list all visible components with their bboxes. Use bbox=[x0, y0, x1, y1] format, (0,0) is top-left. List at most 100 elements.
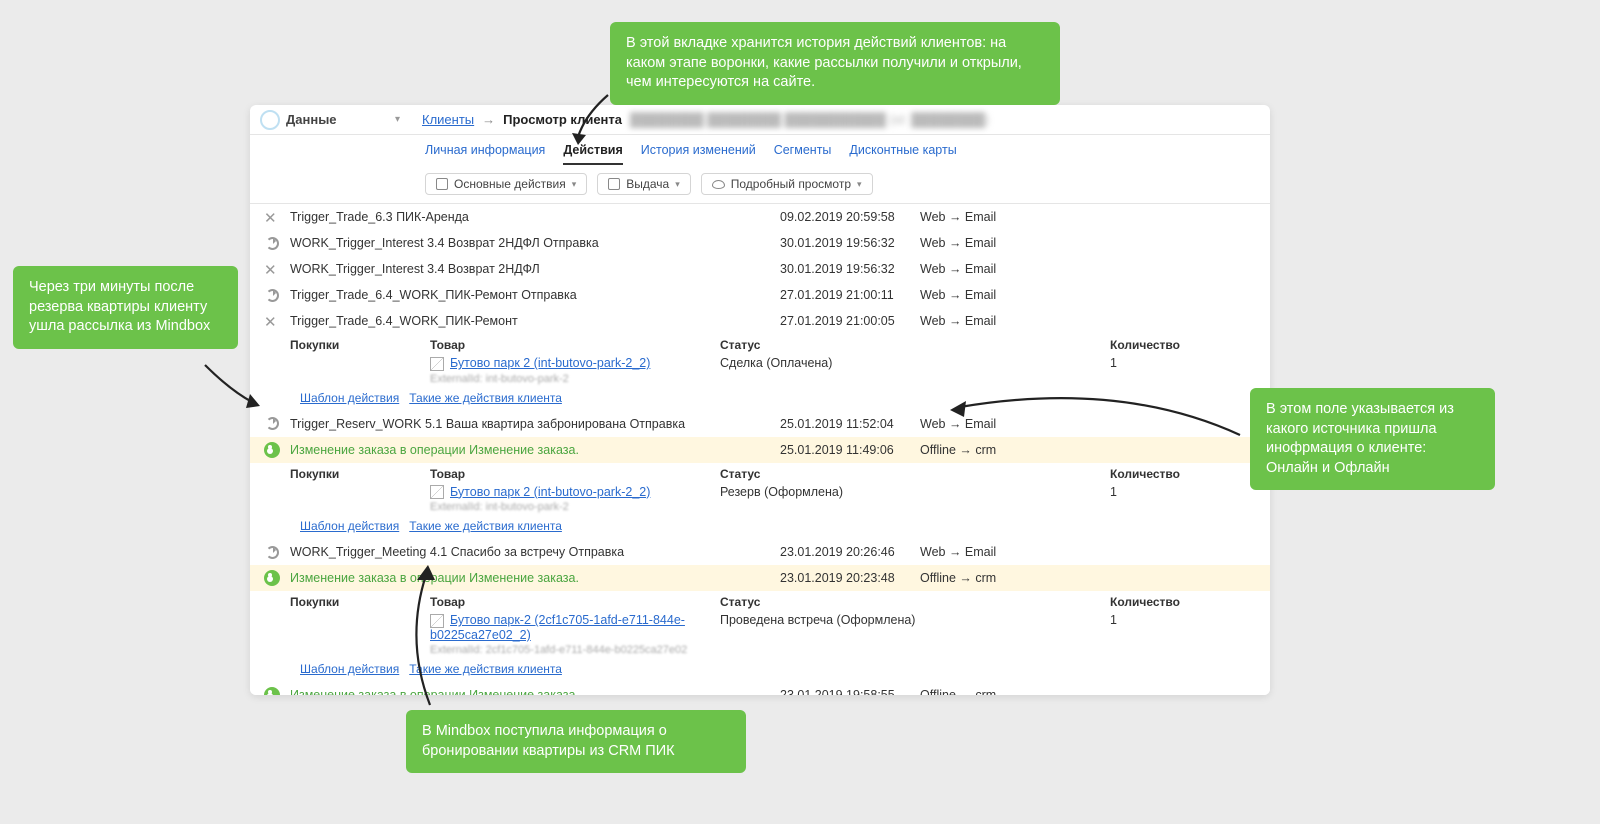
arrow-top bbox=[560, 95, 630, 155]
template-link[interactable]: Шаблон действия bbox=[300, 519, 399, 533]
tab-discount[interactable]: Дисконтные карты bbox=[849, 143, 956, 165]
action-name: WORK_Trigger_Interest 3.4 Возврат 2НДФЛ … bbox=[290, 236, 780, 250]
action-name: WORK_Trigger_Interest 3.4 Возврат 2НДФЛ bbox=[290, 262, 780, 276]
filter-view-label: Подробный просмотр bbox=[731, 177, 851, 191]
callout-text: В этом поле указывается из какого источн… bbox=[1266, 401, 1454, 476]
product-status: Сделка (Оплачена) bbox=[720, 356, 960, 370]
action-name: WORK_Trigger_Meeting 4.1 Спасибо за встр… bbox=[290, 545, 780, 559]
same-actions-link[interactable]: Такие же действия клиента bbox=[409, 519, 562, 533]
action-row[interactable]: Trigger_Trade_6.4_WORK_ПИК-Ремонт27.01.2… bbox=[250, 308, 1270, 334]
label-status: Статус bbox=[720, 338, 960, 352]
grid3-icon bbox=[608, 178, 620, 190]
purchase-row: Бутово парк 2 (int-butovo-park-2_2) Exter… bbox=[250, 483, 1270, 516]
action-name: Изменение заказа в операции Изменение за… bbox=[290, 688, 780, 695]
action-timestamp: 23.01.2019 20:26:46 bbox=[780, 545, 920, 559]
product-extid: ExternalId: int-butovo-park-2 bbox=[430, 501, 569, 513]
filter-issue[interactable]: Выдача ▾ bbox=[597, 173, 691, 195]
same-actions-link[interactable]: Такие же действия клиента bbox=[409, 391, 562, 405]
action-source: Offline → crm bbox=[920, 688, 1070, 695]
tab-history[interactable]: История изменений bbox=[641, 143, 756, 165]
chevron-down-icon: ▾ bbox=[857, 179, 862, 190]
section-dropdown[interactable]: Данные ▾ bbox=[260, 110, 410, 130]
label-product: Товар bbox=[430, 338, 720, 352]
chevron-down-icon: ▾ bbox=[572, 179, 577, 190]
template-link[interactable]: Шаблон действия bbox=[300, 662, 399, 676]
action-row[interactable]: WORK_Trigger_Interest 3.4 Возврат 2НДФЛ … bbox=[250, 230, 1270, 256]
action-timestamp: 27.01.2019 21:00:11 bbox=[780, 288, 920, 302]
action-timestamp: 23.01.2019 20:23:48 bbox=[780, 571, 920, 585]
label-purchases: Покупки bbox=[290, 338, 430, 352]
cycle-icon bbox=[266, 546, 279, 559]
product-qty: 1 bbox=[1110, 356, 1230, 370]
action-row[interactable]: Trigger_Trade_6.4_WORK_ПИК-Ремонт Отправ… bbox=[250, 282, 1270, 308]
template-link[interactable]: Шаблон действия bbox=[300, 391, 399, 405]
tab-personal[interactable]: Личная информация bbox=[425, 143, 545, 165]
arrow-right bbox=[940, 395, 1250, 455]
filter-issue-label: Выдача bbox=[626, 177, 669, 191]
section-label: Данные bbox=[286, 112, 337, 127]
action-source: Web → Email bbox=[920, 236, 1070, 250]
action-timestamp: 23.01.2019 19:58:55 bbox=[780, 688, 920, 695]
action-timestamp: 30.01.2019 19:56:32 bbox=[780, 262, 920, 276]
wrench-icon bbox=[264, 313, 280, 329]
product-qty: 1 bbox=[1110, 485, 1230, 499]
label-product: Товар bbox=[430, 467, 720, 481]
label-qty: Количество bbox=[1110, 338, 1230, 352]
action-source: Web → Email bbox=[920, 314, 1070, 328]
action-source: Web → Email bbox=[920, 210, 1070, 224]
chevron-down-icon: ▾ bbox=[675, 179, 680, 190]
callout-right: В этом поле указывается из какого источн… bbox=[1250, 388, 1495, 490]
product-cell: Бутово парк 2 (int-butovo-park-2_2) Exter… bbox=[430, 356, 720, 385]
person-icon bbox=[264, 687, 280, 695]
action-timestamp: 09.02.2019 20:59:58 bbox=[780, 210, 920, 224]
purchase-subheader: ПокупкиТоварСтатусКоличество bbox=[250, 463, 1270, 483]
breadcrumb-client-name: ████████ ████████ ███████████ (id: █████… bbox=[630, 112, 989, 127]
action-source: Offline → crm bbox=[920, 571, 1070, 585]
action-row[interactable]: WORK_Trigger_Interest 3.4 Возврат 2НДФЛ3… bbox=[250, 256, 1270, 282]
product-link[interactable]: Бутово парк 2 (int-butovo-park-2_2) bbox=[450, 356, 650, 370]
label-product: Товар bbox=[430, 595, 720, 609]
product-extid: ExternalId: int-butovo-park-2 bbox=[430, 373, 569, 385]
action-source: Web → Email bbox=[920, 288, 1070, 302]
action-source: Web → Email bbox=[920, 262, 1070, 276]
action-name: Изменение заказа в операции Изменение за… bbox=[290, 571, 780, 585]
action-name: Trigger_Reserv_WORK 5.1 Ваша квартира за… bbox=[290, 417, 780, 431]
wrench-icon bbox=[264, 261, 280, 277]
filter-bar: Основные действия ▾ Выдача ▾ Подробный п… bbox=[250, 165, 1270, 204]
callout-bottom: В Mindbox поступила информация о брониро… bbox=[406, 710, 746, 773]
filter-main-actions[interactable]: Основные действия ▾ bbox=[425, 173, 587, 195]
purchase-row: Бутово парк 2 (int-butovo-park-2_2) Exter… bbox=[250, 354, 1270, 387]
label-qty: Количество bbox=[1110, 467, 1230, 481]
filter-view[interactable]: Подробный просмотр ▾ bbox=[701, 173, 873, 195]
filter-main-label: Основные действия bbox=[454, 177, 566, 191]
cycle-icon bbox=[266, 289, 279, 302]
person-icon bbox=[264, 442, 280, 458]
arrow-left bbox=[200, 360, 270, 420]
callout-left: Через три минуты после резерва квартиры … bbox=[13, 266, 238, 349]
label-status: Статус bbox=[720, 595, 960, 609]
chevron-down-icon: ▾ bbox=[395, 114, 400, 125]
cube-icon bbox=[430, 485, 444, 499]
action-name: Trigger_Trade_6.3 ПИК-Аренда bbox=[290, 210, 780, 224]
breadcrumb-arrow: → bbox=[482, 112, 495, 127]
product-link[interactable]: Бутово парк 2 (int-butovo-park-2_2) bbox=[450, 485, 650, 499]
action-timestamp: 30.01.2019 19:56:32 bbox=[780, 236, 920, 250]
tab-segments[interactable]: Сегменты bbox=[774, 143, 832, 165]
person-icon bbox=[264, 570, 280, 586]
tabs: Личная информация Действия История измен… bbox=[250, 135, 1270, 165]
product-status: Резерв (Оформлена) bbox=[720, 485, 960, 499]
eye-icon bbox=[712, 180, 725, 189]
action-name: Trigger_Trade_6.4_WORK_ПИК-Ремонт bbox=[290, 314, 780, 328]
breadcrumb-clients-link[interactable]: Клиенты bbox=[422, 112, 474, 127]
action-timestamp: 27.01.2019 21:00:05 bbox=[780, 314, 920, 328]
action-source: Web → Email bbox=[920, 545, 1070, 559]
callout-text: В этой вкладке хранится история действий… bbox=[626, 35, 1022, 90]
product-qty: 1 bbox=[1110, 613, 1230, 627]
label-status: Статус bbox=[720, 467, 960, 481]
product-status: Проведена встреча (Оформлена) bbox=[720, 613, 960, 627]
action-timestamp: 25.01.2019 11:49:06 bbox=[780, 443, 920, 457]
breadcrumb: Клиенты → Просмотр клиента ████████ ████… bbox=[410, 112, 989, 127]
action-row[interactable]: Trigger_Trade_6.3 ПИК-Аренда09.02.2019 2… bbox=[250, 204, 1270, 230]
label-qty: Количество bbox=[1110, 595, 1230, 609]
topbar: Данные ▾ Клиенты → Просмотр клиента ████… bbox=[250, 105, 1270, 135]
